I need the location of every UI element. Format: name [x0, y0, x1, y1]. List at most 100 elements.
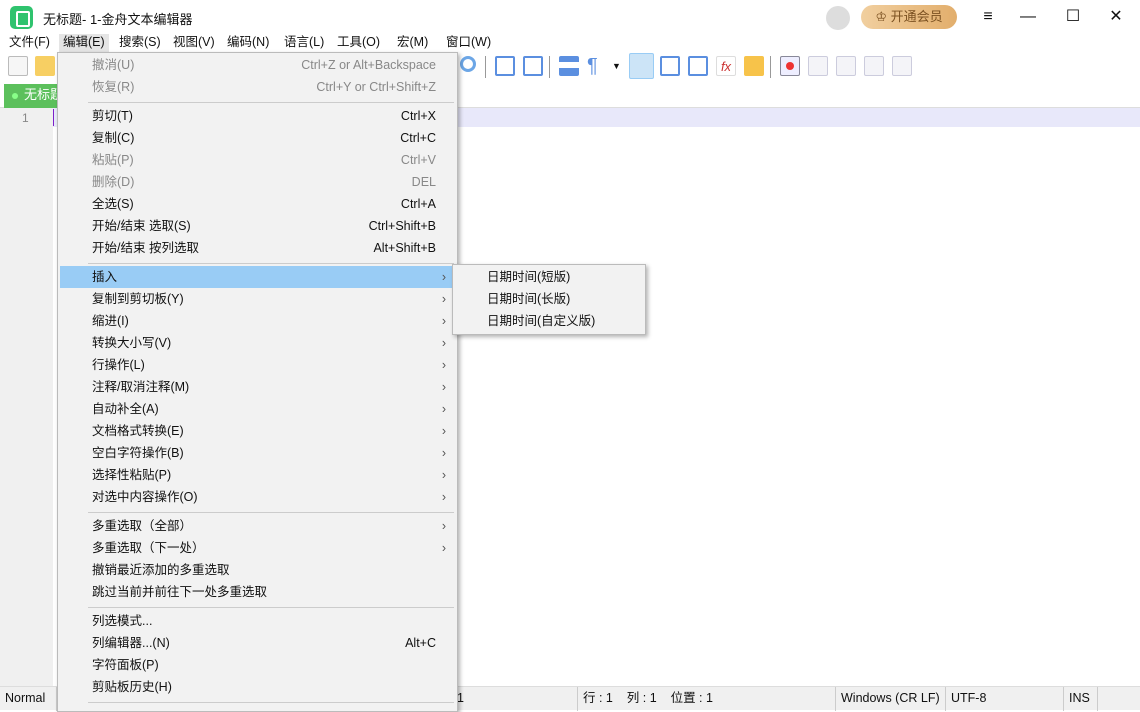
menu-item-label: 选择性粘贴(P): [92, 468, 172, 482]
menu-item[interactable]: 剪贴板历史(H): [60, 676, 456, 698]
menu-item[interactable]: 粘贴(P) Ctrl+V: [60, 149, 456, 171]
function-icon[interactable]: fx: [716, 56, 736, 76]
avatar[interactable]: [826, 6, 850, 30]
menu-item-label: 删除(D): [92, 175, 135, 189]
menu-item[interactable]: 插入 ›: [60, 266, 456, 288]
menu-item-label: 跳过当前并前往下一处多重选取: [92, 585, 268, 599]
menu-item-label: 全选(S): [92, 197, 134, 211]
chevron-right-icon: ›: [441, 270, 446, 284]
menu-item-label: 列选模式...: [92, 614, 153, 628]
menu-item[interactable]: 开始/结束 按列选取 Alt+Shift+B: [60, 237, 456, 259]
minimize-button[interactable]: —: [1018, 8, 1038, 26]
crown-icon: ♔: [875, 9, 891, 24]
window-title: 无标题- 1-金舟文本编辑器: [43, 12, 193, 27]
menu-icon[interactable]: ≡: [978, 8, 998, 26]
menu-item-label: 空白字符操作(B): [92, 446, 184, 460]
menu-item-label: 复制到剪切板(Y): [92, 292, 184, 306]
menu-window[interactable]: 窗口(W): [442, 34, 495, 52]
lock-view2-icon[interactable]: [523, 56, 543, 76]
menu-item[interactable]: 文档格式转换(E) ›: [60, 420, 456, 442]
play-macro-icon[interactable]: [836, 56, 856, 76]
menu-item-label: 撤销最近添加的多重选取: [92, 563, 230, 577]
menu-item-shortcut: Ctrl+V: [400, 153, 436, 167]
open-file-icon[interactable]: [35, 56, 55, 76]
folder-icon[interactable]: [744, 56, 764, 76]
word-wrap-icon[interactable]: [559, 56, 579, 76]
menu-item[interactable]: 注释/取消注释(M) ›: [60, 376, 456, 398]
status-position: 行 : 1 列 : 1 位置 : 1: [578, 687, 836, 711]
status-encoding[interactable]: UTF-8: [946, 687, 1064, 711]
menu-separator: [88, 263, 454, 264]
new-file-icon[interactable]: [8, 56, 28, 76]
maximize-button[interactable]: ☐: [1063, 8, 1083, 26]
menu-item[interactable]: 跳过当前并前往下一处多重选取: [60, 581, 456, 603]
lock-view-icon[interactable]: [495, 56, 515, 76]
menu-item[interactable]: 空白字符操作(B) ›: [60, 442, 456, 464]
menu-item-shortcut: Ctrl+Shift+B: [368, 219, 436, 233]
chevron-right-icon: ›: [441, 424, 446, 438]
menu-item[interactable]: 复制(C) Ctrl+C: [60, 127, 456, 149]
menu-item-label: 字符面板(P): [92, 658, 159, 672]
menu-item-label: 自动补全(A): [92, 402, 159, 416]
menu-item[interactable]: 字符面板(P): [60, 654, 456, 676]
app-logo-icon: [10, 6, 33, 29]
menu-view[interactable]: 视图(V): [169, 34, 219, 52]
menu-item[interactable]: 全选(S) Ctrl+A: [60, 193, 456, 215]
menu-item-label: 对选中内容操作(O): [92, 490, 198, 504]
menu-edit[interactable]: 编辑(E): [59, 34, 109, 52]
menu-item-label: 粘贴(P): [92, 153, 134, 167]
menu-item[interactable]: 撤销最近添加的多重选取: [60, 559, 456, 581]
find-icon[interactable]: [460, 56, 476, 72]
chevron-right-icon: ›: [441, 380, 446, 394]
menu-item-label: 复制(C): [92, 131, 135, 145]
status-eol[interactable]: Windows (CR LF): [836, 687, 946, 711]
menu-item[interactable]: 多重选取（全部） ›: [60, 515, 456, 537]
tab-untitled[interactable]: 无标题: [4, 84, 64, 108]
menu-search[interactable]: 搜索(S): [115, 34, 165, 52]
menu-item[interactable]: 删除(D) DEL: [60, 171, 456, 193]
menu-item-label: 列编辑器...(N): [92, 636, 170, 650]
submenu-item[interactable]: 日期时间(长版): [455, 288, 643, 310]
menu-separator: [88, 512, 454, 513]
multi-window-icon[interactable]: [688, 56, 708, 76]
chevron-right-icon: ›: [441, 490, 446, 504]
menu-item-label: 撤消(U): [92, 58, 135, 72]
menu-file[interactable]: 文件(F): [5, 34, 54, 52]
menu-item[interactable]: 恢复(R) Ctrl+Y or Ctrl+Shift+Z: [60, 76, 456, 98]
chevron-right-icon: ›: [441, 314, 446, 328]
close-button[interactable]: ✕: [1106, 8, 1126, 26]
chevron-right-icon: ›: [441, 446, 446, 460]
list-icon[interactable]: [660, 56, 680, 76]
menu-item[interactable]: 选择性粘贴(P) ›: [60, 464, 456, 486]
status-mode: Normal: [0, 687, 57, 711]
menu-item[interactable]: 对选中内容操作(O) ›: [60, 486, 456, 508]
save-macro-icon[interactable]: [892, 56, 912, 76]
menu-item-shortcut: DEL: [411, 175, 436, 189]
menu-item[interactable]: 撤消(U) Ctrl+Z or Alt+Backspace: [60, 54, 456, 76]
menu-language[interactable]: 语言(L): [280, 34, 328, 52]
vip-label: 开通会员: [890, 9, 943, 24]
menu-item[interactable]: 行操作(L) ›: [60, 354, 456, 376]
menu-item[interactable]: 缩进(I) ›: [60, 310, 456, 332]
menu-item[interactable]: 列选模式...: [60, 610, 456, 632]
indent-guide-icon[interactable]: [629, 53, 654, 79]
menu-item[interactable]: 剪切(T) Ctrl+X: [60, 105, 456, 127]
vip-button[interactable]: ♔ 开通会员: [861, 5, 957, 29]
record-macro-icon[interactable]: [780, 56, 800, 76]
menu-item[interactable]: 复制到剪切板(Y) ›: [60, 288, 456, 310]
menu-tools[interactable]: 工具(O): [333, 34, 384, 52]
menu-item[interactable]: 多重选取（下一处） ›: [60, 537, 456, 559]
submenu-item[interactable]: 日期时间(短版): [455, 266, 643, 288]
play-multiple-icon[interactable]: [864, 56, 884, 76]
menu-item[interactable]: 自动补全(A) ›: [60, 398, 456, 420]
menu-encoding[interactable]: 编码(N): [223, 34, 273, 52]
menu-macro[interactable]: 宏(M): [393, 34, 432, 52]
stop-macro-icon[interactable]: [808, 56, 828, 76]
menu-item[interactable]: 开始/结束 选取(S) Ctrl+Shift+B: [60, 215, 456, 237]
pilcrow-icon[interactable]: ¶: [587, 56, 607, 76]
menu-item[interactable]: 转换大小写(V) ›: [60, 332, 456, 354]
menu-item[interactable]: 列编辑器...(N) Alt+C: [60, 632, 456, 654]
menu-item-shortcut: Ctrl+A: [400, 197, 436, 211]
menu-item-label: 多重选取（全部）: [92, 519, 193, 533]
submenu-item[interactable]: 日期时间(自定义版): [455, 310, 643, 332]
